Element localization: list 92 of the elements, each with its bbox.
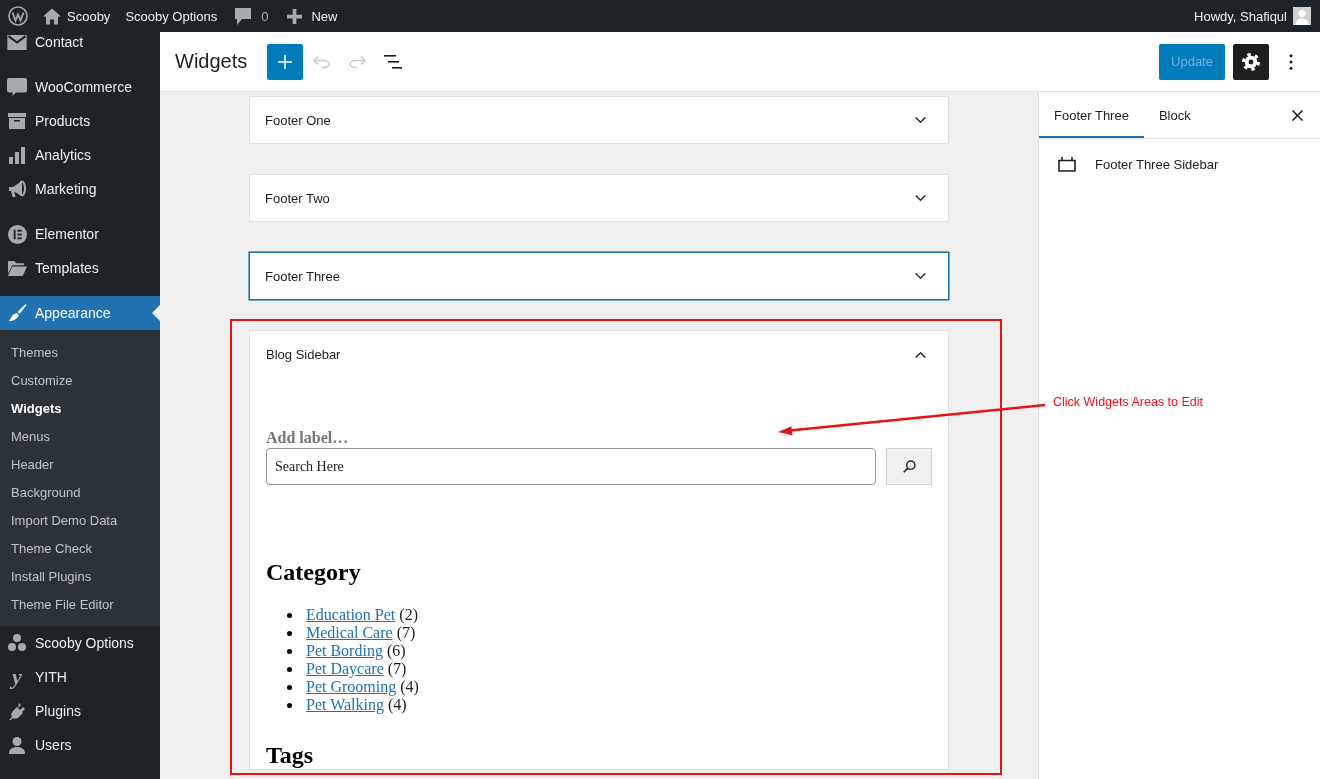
undo-icon: [312, 55, 330, 68]
bar-chart-icon: [9, 146, 25, 164]
submenu-item[interactable]: Import Demo Data: [0, 506, 160, 534]
menu-item[interactable]: Templates: [0, 251, 160, 285]
widget-area-name: Footer Three Sidebar: [1095, 157, 1219, 172]
bullet-icon: [287, 702, 292, 708]
submenu-item[interactable]: Theme File Editor: [0, 590, 160, 618]
submenu-item[interactable]: Widgets: [0, 394, 160, 422]
archive-box-icon: [8, 113, 26, 129]
person-icon: [9, 736, 25, 754]
plus-icon: [278, 54, 293, 69]
category-link[interactable]: Pet Bording: [306, 642, 383, 660]
post-count: (4): [387, 696, 407, 714]
category-link[interactable]: Pet Walking: [306, 696, 384, 714]
category-link[interactable]: Pet Daycare: [306, 660, 384, 678]
home-icon: [43, 7, 61, 25]
close-icon: [1291, 109, 1303, 121]
avatar-icon: [1293, 7, 1311, 25]
post-count: (7): [396, 624, 416, 642]
search-field[interactable]: Search Here: [266, 448, 876, 485]
menu-item[interactable]: y YITH: [0, 660, 160, 694]
category-link[interactable]: Medical Care: [306, 624, 393, 642]
menu-item[interactable]: Users: [0, 728, 160, 762]
widget-area-panel[interactable]: Blog Sidebar Add label… Search Here Category Education Pet (2) Medical Care (7) Pet Bording (6) Pet Daycare (7) Pet Grooming (4) Pet Walking (4) Tags: [249, 330, 949, 770]
settings-icon: [1242, 52, 1260, 71]
plus-icon: [287, 8, 303, 24]
bullet-icon: [287, 630, 292, 636]
submenu-item[interactable]: Menus: [0, 422, 160, 450]
settings-button[interactable]: [1233, 43, 1269, 80]
widget-area-toggle[interactable]: Footer Three: [249, 252, 949, 300]
category-link[interactable]: Education Pet: [306, 606, 396, 624]
menu-item[interactable]: Contact: [0, 32, 160, 59]
category-link[interactable]: Pet Grooming: [306, 678, 397, 696]
menu-item[interactable]: Analytics: [0, 138, 160, 172]
post-count: (6): [386, 642, 406, 660]
three-circles-icon: [8, 634, 26, 652]
admin-bar-link[interactable]: Scooby Options: [117, 0, 226, 32]
chevron-down-icon: [915, 195, 926, 201]
letter-icon: y: [12, 667, 22, 687]
menu-item[interactable]: Scooby Options: [0, 626, 160, 660]
chevron-down-icon: [915, 273, 926, 279]
post-count: (4): [400, 678, 419, 696]
more-options-icon: [1289, 53, 1293, 70]
megaphone-icon: [8, 180, 26, 198]
speech-bubble-icon: [7, 78, 27, 96]
site-logo-icon: [8, 6, 28, 26]
widget-heading: Tags: [266, 741, 315, 769]
post-count: (2): [399, 606, 418, 624]
add-block-button[interactable]: [267, 43, 304, 80]
submenu-item[interactable]: Header: [0, 450, 160, 478]
widget-area-toggle[interactable]: Blog Sidebar: [250, 331, 948, 378]
submenu-item[interactable]: Theme Check: [0, 534, 160, 562]
bullet-icon: [287, 684, 292, 690]
menu-item[interactable]: Appearance: [0, 296, 160, 330]
submenu-item[interactable]: Customize: [0, 366, 160, 394]
panel-tab[interactable]: Footer Three: [1039, 92, 1144, 138]
list-view-icon: [384, 54, 403, 69]
menu-item[interactable]: Plugins: [0, 694, 160, 728]
paintbrush-icon: [7, 304, 27, 322]
annotation-text: Click Widgets Areas to Edit: [1053, 395, 1204, 409]
post-count: (7): [387, 660, 407, 678]
widget-area-toggle[interactable]: Footer Two: [249, 174, 949, 222]
menu-item[interactable]: WooCommerce: [0, 70, 160, 104]
menu-item[interactable]: Marketing: [0, 172, 160, 206]
comment-bubble-icon: [235, 7, 252, 25]
comment-count: 0: [261, 8, 269, 24]
menu-item[interactable]: Products: [0, 104, 160, 138]
bullet-icon: [287, 648, 292, 654]
page-title: Widgets: [175, 50, 248, 73]
submenu-item[interactable]: Themes: [0, 338, 160, 366]
submenu-item[interactable]: Background: [0, 478, 160, 506]
plug-icon: [8, 702, 26, 720]
bullet-icon: [287, 612, 292, 618]
chevron-up-icon: [915, 351, 926, 358]
new-content-link[interactable]: New: [278, 0, 347, 32]
circle-lines-icon: [7, 224, 27, 244]
account-link[interactable]: Howdy, Shafiqul: [1186, 0, 1320, 32]
menu-item[interactable]: Elementor: [0, 217, 160, 251]
widget-area-icon: [1058, 157, 1076, 172]
widget-area-toggle[interactable]: Footer One: [249, 96, 949, 144]
redo-icon: [348, 55, 366, 68]
widget-heading: Category: [266, 558, 362, 586]
bullet-icon: [287, 666, 292, 672]
submenu-item[interactable]: Install Plugins: [0, 562, 160, 590]
folder-icon: [7, 260, 27, 276]
search-button[interactable]: [886, 448, 932, 485]
site-name-link[interactable]: Scooby: [36, 0, 118, 32]
comments-link[interactable]: 0: [225, 0, 279, 32]
search-icon: [902, 460, 916, 473]
chevron-down-icon: [915, 117, 926, 123]
label-field[interactable]: Add label…: [266, 428, 466, 448]
panel-tab[interactable]: Block: [1143, 92, 1206, 138]
